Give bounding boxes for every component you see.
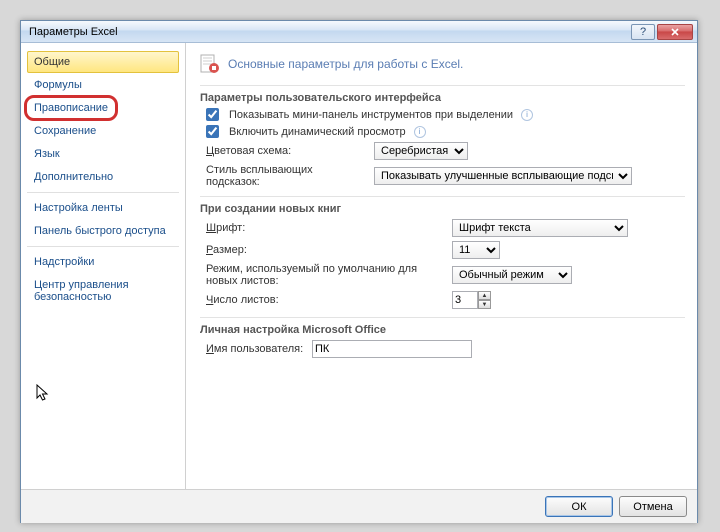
options-icon — [200, 53, 220, 75]
label-username: Имя пользователя: — [206, 343, 306, 355]
page-header: Основные параметры для работы с Excel. — [200, 53, 685, 75]
font-dropdown[interactable]: Шрифт текста — [452, 219, 628, 237]
color-scheme-dropdown[interactable]: Серебристая — [374, 142, 468, 160]
sidebar-item-save[interactable]: Сохранение — [27, 120, 179, 142]
sidebar-item-proofing[interactable]: Правописание — [27, 97, 179, 119]
group-ui-options: Параметры пользовательского интерфейса П… — [200, 85, 685, 188]
label-tooltip-style: Стиль всплывающих подсказок: — [206, 164, 368, 188]
label-mini-toolbar: Показывать мини-панель инструментов при … — [229, 109, 513, 121]
titlebar: Параметры Excel ? — [21, 21, 697, 43]
help-button[interactable]: ? — [631, 24, 655, 40]
ok-button[interactable]: ОК — [545, 496, 613, 517]
default-view-dropdown[interactable]: Обычный режим — [452, 266, 572, 284]
label-font: Шрифт: — [206, 222, 446, 234]
label-size: Размер: — [206, 244, 446, 256]
group-new-workbook: При создании новых книг Шрифт: Шрифт тек… — [200, 196, 685, 309]
spin-down[interactable]: ▼ — [478, 300, 491, 309]
spin-up[interactable]: ▲ — [478, 291, 491, 300]
sheet-count-spinner[interactable]: ▲▼ — [452, 291, 491, 309]
sidebar-item-trust-center[interactable]: Центр управления безопасностью — [27, 274, 179, 308]
username-input[interactable] — [312, 340, 472, 358]
sidebar-item-language[interactable]: Язык — [27, 143, 179, 165]
sidebar-item-general[interactable]: Общие — [27, 51, 179, 73]
svg-text:?: ? — [640, 27, 646, 37]
options-content: Основные параметры для работы с Excel. П… — [186, 43, 697, 489]
group-personal: Личная настройка Microsoft Office Имя по… — [200, 317, 685, 358]
close-button[interactable] — [657, 24, 693, 40]
checkbox-live-preview[interactable] — [206, 125, 219, 138]
sidebar-separator — [27, 246, 179, 247]
window-title: Параметры Excel — [25, 26, 629, 38]
sidebar-separator — [27, 192, 179, 193]
page-title: Основные параметры для работы с Excel. — [228, 57, 463, 71]
label-default-view: Режим, используемый по умолчанию для нов… — [206, 263, 446, 287]
cancel-button[interactable]: Отмена — [619, 496, 687, 517]
sidebar-item-advanced[interactable]: Дополнительно — [27, 166, 179, 188]
group-title: Личная настройка Microsoft Office — [200, 324, 386, 336]
info-icon[interactable]: i — [414, 126, 426, 138]
label-color-scheme: Цветовая схема: — [206, 145, 368, 157]
dialog-footer: ОК Отмена — [21, 489, 697, 523]
group-title: При создании новых книг — [200, 203, 341, 215]
size-dropdown[interactable]: 11 — [452, 241, 500, 259]
category-sidebar: Общие Формулы Правописание Сохранение Яз… — [21, 43, 186, 489]
excel-options-dialog: Параметры Excel ? Общие Формулы Правопис… — [20, 20, 698, 523]
sidebar-item-ribbon[interactable]: Настройка ленты — [27, 197, 179, 219]
sheet-count-input[interactable] — [452, 291, 478, 309]
sidebar-item-formulas[interactable]: Формулы — [27, 74, 179, 96]
label-live-preview: Включить динамический просмотр — [229, 126, 406, 138]
checkbox-mini-toolbar[interactable] — [206, 108, 219, 121]
sidebar-item-addins[interactable]: Надстройки — [27, 251, 179, 273]
sidebar-item-qat[interactable]: Панель быстрого доступа — [27, 220, 179, 242]
group-title: Параметры пользовательского интерфейса — [200, 92, 441, 104]
info-icon[interactable]: i — [521, 109, 533, 121]
label-sheet-count: Число листов: — [206, 294, 446, 306]
tooltip-style-dropdown[interactable]: Показывать улучшенные всплывающие подска… — [374, 167, 632, 185]
